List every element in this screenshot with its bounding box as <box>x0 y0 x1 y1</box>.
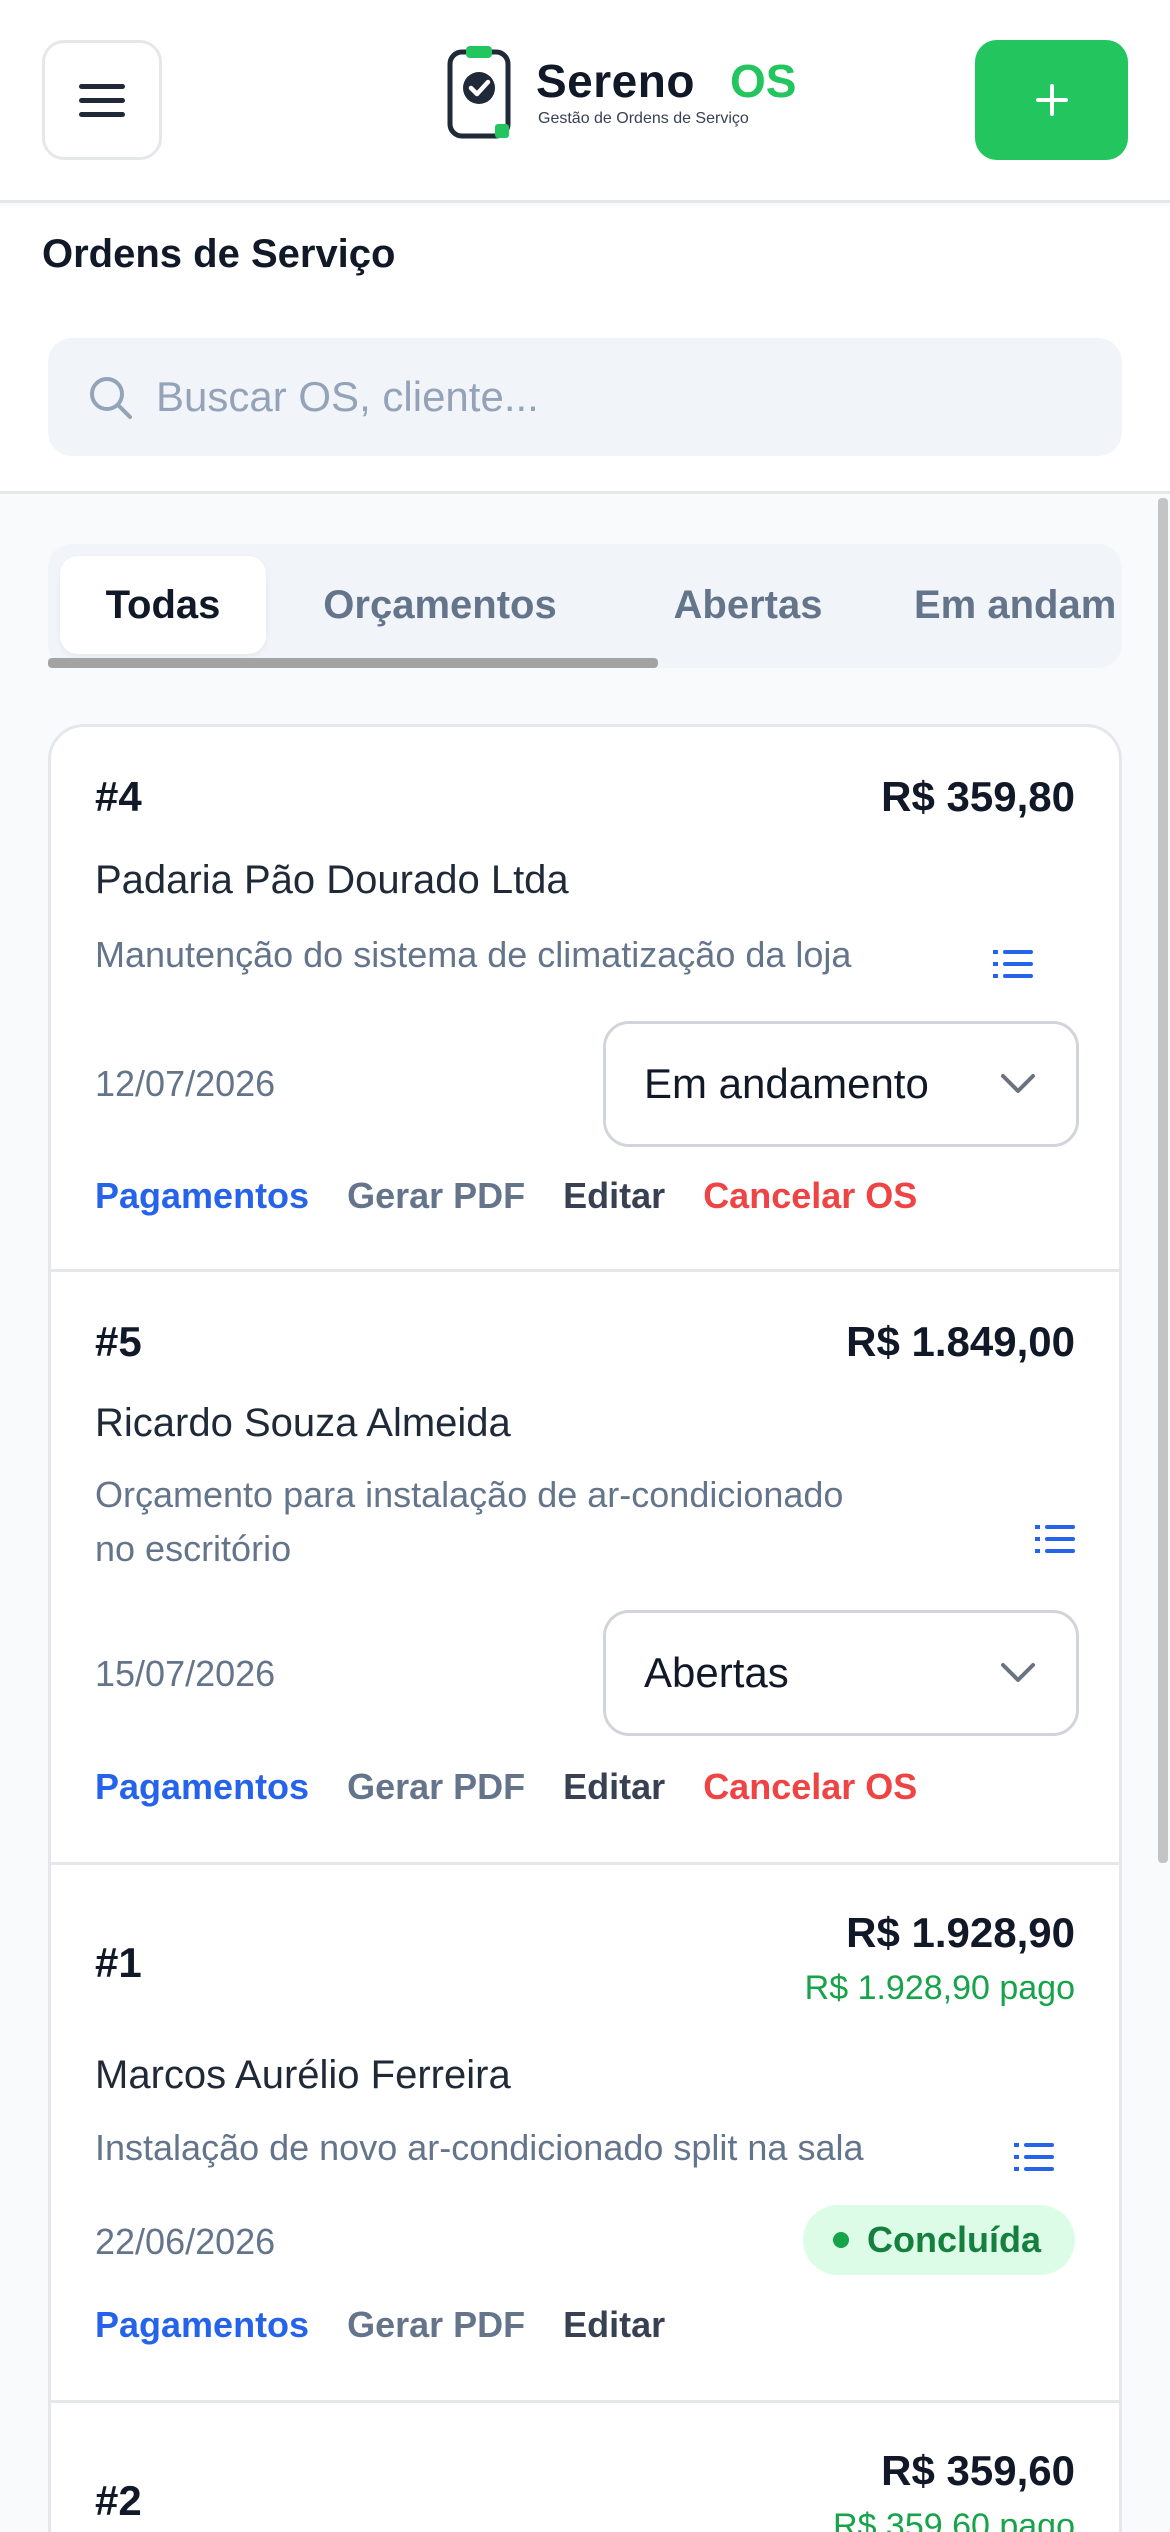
order-number: #5 <box>95 1318 142 1365</box>
tab-todas[interactable]: Todas <box>60 556 266 654</box>
order-actions: Pagamentos Gerar PDF Editar Cancelar OS <box>95 1175 955 1217</box>
tab-orcamentos[interactable]: Orçamentos <box>300 556 580 654</box>
cancel-order-link[interactable]: Cancelar OS <box>703 1766 917 1808</box>
order-description-line: no escritório <box>95 1528 292 1569</box>
app-logo: Sereno OS Gestão de Ordens de Serviço <box>446 44 816 140</box>
order-client: Padaria Pão Dourado Ltda <box>95 858 569 902</box>
list-icon[interactable] <box>993 947 1033 981</box>
page-scrollbar[interactable] <box>1158 498 1168 1863</box>
order-date: 15/07/2026 <box>95 1653 276 1694</box>
app-subtitle: Gestão de Ordens de Serviço <box>538 110 749 127</box>
tab-em-andamento[interactable]: Em andam <box>914 556 1122 654</box>
chevron-down-icon <box>1001 1663 1035 1682</box>
order-amount: R$ 359,60 <box>881 2447 1075 2494</box>
generate-pdf-link[interactable]: Gerar PDF <box>347 1766 525 1808</box>
tabs-scrollbar[interactable] <box>48 658 658 668</box>
order-client: Ricardo Souza Almeida <box>95 1401 511 1445</box>
order-description-line: Orçamento para instalação de ar-condicio… <box>95 1474 844 1515</box>
menu-button[interactable] <box>42 40 162 160</box>
order-number: #2 <box>95 2477 142 2524</box>
title-search-area: Ordens de Serviço <box>0 206 1170 494</box>
order-date: 22/06/2026 <box>95 2221 276 2262</box>
order-actions: Pagamentos Gerar PDF Editar Cancelar OS <box>95 1766 955 1808</box>
search-input[interactable] <box>156 373 1056 421</box>
order-number: #1 <box>95 1939 142 1986</box>
order-description: Manutenção do sistema de climatização da… <box>95 934 852 975</box>
order-client: Marcos Aurélio Ferreira <box>95 2053 511 2097</box>
status-badge: Concluída <box>802 2205 1075 2275</box>
cancel-order-link[interactable]: Cancelar OS <box>703 1175 917 1217</box>
order-amount: R$ 1.849,00 <box>846 1318 1075 1365</box>
order-card[interactable]: #1 R$ 1.928,90 R$ 1.928,90 pago Marcos A… <box>51 1865 1119 2403</box>
order-paid-amount: R$ 359,60 pago <box>833 2507 1075 2532</box>
edit-link[interactable]: Editar <box>563 2304 665 2346</box>
list-icon[interactable] <box>1014 2140 1054 2174</box>
status-tabs: Todas Orçamentos Abertas Em andam <box>48 544 1122 668</box>
status-select-value: Abertas <box>644 1649 789 1696</box>
order-amount: R$ 359,80 <box>881 773 1075 820</box>
status-badge-label: Concluída <box>866 2219 1041 2260</box>
order-card[interactable]: #2 R$ 359,60 R$ 359,60 pago <box>51 2403 1119 2532</box>
order-card[interactable]: #5 R$ 1.849,00 Ricardo Souza Almeida Orç… <box>51 1272 1119 1865</box>
edit-link[interactable]: Editar <box>563 1766 665 1808</box>
list-icon[interactable] <box>1035 1522 1075 1556</box>
page-title: Ordens de Serviço <box>42 232 396 276</box>
app-header: Sereno OS Gestão de Ordens de Serviço <box>0 0 1170 203</box>
generate-pdf-link[interactable]: Gerar PDF <box>347 2304 525 2346</box>
order-description: Instalação de novo ar-condicionado split… <box>95 2127 864 2168</box>
clipboard-check-icon <box>447 46 511 139</box>
payments-link[interactable]: Pagamentos <box>95 1175 309 1217</box>
order-card[interactable]: #4 R$ 359,80 Padaria Pão Dourado Ltda Ma… <box>51 727 1119 1272</box>
hamburger-icon <box>79 84 125 117</box>
search-icon <box>90 377 132 419</box>
order-date: 12/07/2026 <box>95 1063 276 1104</box>
edit-link[interactable]: Editar <box>563 1175 665 1217</box>
app-suffix: OS <box>730 55 797 107</box>
orders-list: #4 R$ 359,80 Padaria Pão Dourado Ltda Ma… <box>48 724 1122 2532</box>
status-select[interactable]: Em andamento <box>603 1021 1079 1147</box>
order-number: #4 <box>95 773 142 820</box>
order-paid-amount: R$ 1.928,90 pago <box>804 1969 1075 2007</box>
search-bar[interactable] <box>48 338 1122 456</box>
app-name: Sereno <box>536 55 695 107</box>
payments-link[interactable]: Pagamentos <box>95 1766 309 1808</box>
order-amount: R$ 1.928,90 <box>846 1909 1075 1956</box>
chevron-down-icon <box>1001 1074 1035 1093</box>
status-select-value: Em andamento <box>644 1060 929 1107</box>
order-description: Orçamento para instalação de ar-condicio… <box>95 1468 843 1576</box>
plus-icon <box>1035 84 1068 116</box>
status-select[interactable]: Abertas <box>603 1610 1079 1736</box>
generate-pdf-link[interactable]: Gerar PDF <box>347 1175 525 1217</box>
payments-link[interactable]: Pagamentos <box>95 2304 309 2346</box>
tab-abertas[interactable]: Abertas <box>648 556 848 654</box>
new-order-button[interactable] <box>975 40 1128 160</box>
order-actions: Pagamentos Gerar PDF Editar <box>95 2304 703 2346</box>
status-dot-icon <box>832 2232 849 2248</box>
